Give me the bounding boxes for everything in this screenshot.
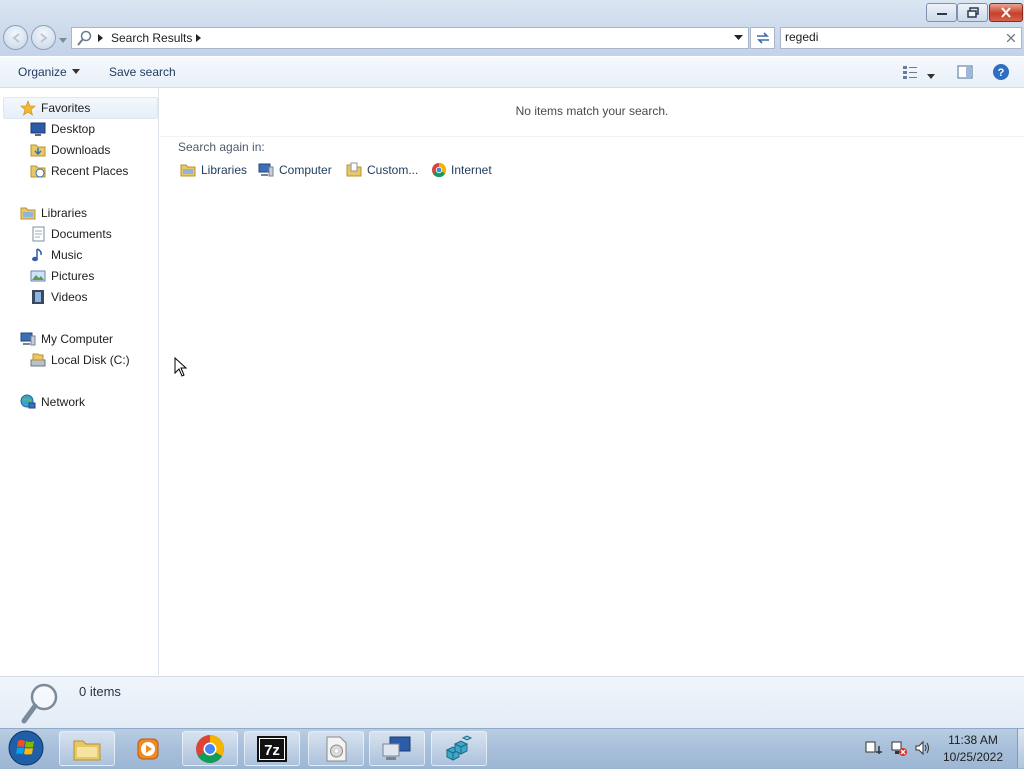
- custom-folder-icon: [346, 162, 362, 177]
- back-button[interactable]: [3, 25, 28, 50]
- back-arrow-icon: [11, 32, 20, 43]
- taskbar-remote-desktop[interactable]: [369, 731, 425, 766]
- breadcrumb-arrow-icon: [98, 34, 103, 42]
- documents-icon: [30, 226, 46, 242]
- organize-label: Organize: [18, 65, 67, 79]
- nav-item-libraries[interactable]: Libraries: [0, 202, 158, 223]
- search-icon: [77, 30, 92, 46]
- chrome-icon: [432, 162, 447, 178]
- remote-desktop-icon: [382, 736, 411, 760]
- no-results-message: No items match your search.: [160, 99, 1024, 137]
- nav-item-downloads[interactable]: Downloads: [0, 139, 158, 160]
- recent-places-icon: [30, 163, 46, 179]
- svg-text:?: ?: [998, 67, 1005, 79]
- search-box[interactable]: [780, 27, 1022, 49]
- nav-item-videos[interactable]: Videos: [0, 286, 158, 307]
- chevron-down-icon: [59, 38, 67, 43]
- pictures-icon: [30, 268, 46, 284]
- chrome-icon: [196, 734, 224, 763]
- registry-editor-icon: [445, 734, 473, 761]
- disc-image-icon: [326, 736, 347, 761]
- windows-logo-icon: [8, 730, 44, 766]
- close-icon: [1001, 7, 1011, 18]
- preview-pane-icon: [957, 65, 973, 79]
- minimize-button[interactable]: [926, 3, 957, 22]
- restore-icon: [966, 7, 979, 18]
- nav-item-my-computer[interactable]: My Computer: [0, 328, 158, 349]
- search-again-computer[interactable]: Computer: [258, 161, 332, 179]
- taskbar-file-explorer[interactable]: [59, 731, 115, 766]
- breadcrumb-arrow-icon: [196, 34, 201, 42]
- taskbar-chrome[interactable]: [182, 731, 238, 766]
- network-disconnected-icon[interactable]: [890, 739, 908, 757]
- chevron-down-icon: [71, 69, 80, 74]
- videos-icon: [30, 289, 46, 305]
- nav-item-documents[interactable]: Documents: [0, 223, 158, 244]
- media-player-icon: [137, 738, 159, 759]
- clear-search-icon[interactable]: [1007, 34, 1015, 42]
- organize-button[interactable]: Organize: [18, 65, 80, 79]
- clock-date[interactable]: 10/25/2022: [930, 750, 1016, 764]
- star-icon: [20, 100, 36, 116]
- refresh-button[interactable]: [750, 27, 775, 49]
- search-again-label: Search again in:: [178, 140, 265, 154]
- nav-item-network[interactable]: Network: [0, 391, 158, 412]
- preview-pane-button[interactable]: [957, 64, 973, 83]
- close-button[interactable]: [989, 3, 1023, 22]
- show-desktop-button[interactable]: [1017, 729, 1024, 768]
- nav-item-local-disk[interactable]: Local Disk (C:): [0, 349, 158, 370]
- search-again-libraries[interactable]: Libraries: [180, 161, 247, 179]
- search-input[interactable]: [785, 29, 995, 45]
- forward-button[interactable]: [31, 25, 56, 50]
- action-center-icon[interactable]: [865, 740, 883, 756]
- taskbar-disc-image[interactable]: [308, 731, 364, 766]
- help-icon: ?: [993, 64, 1009, 80]
- computer-icon: [20, 331, 36, 347]
- address-bar[interactable]: Search Results: [71, 27, 749, 49]
- help-button[interactable]: ?: [992, 63, 1010, 84]
- file-explorer-icon: [73, 740, 101, 760]
- item-count: 0 items: [79, 684, 121, 699]
- restore-button[interactable]: [957, 3, 988, 22]
- minimize-icon: [936, 12, 947, 15]
- save-search-button[interactable]: Save search: [109, 65, 176, 79]
- chevron-down-icon: [927, 74, 935, 79]
- forward-arrow-icon: [39, 32, 48, 43]
- taskbar-7zip[interactable]: 7z: [244, 731, 300, 766]
- search-again-internet[interactable]: Internet: [431, 161, 492, 179]
- search-icon: [21, 683, 58, 724]
- view-details-icon: [903, 66, 917, 79]
- nav-item-desktop[interactable]: Desktop: [0, 118, 158, 139]
- nav-item-pictures[interactable]: Pictures: [0, 265, 158, 286]
- view-options-dropdown[interactable]: [927, 69, 935, 83]
- taskbar-registry-editor[interactable]: [431, 731, 487, 766]
- nav-item-music[interactable]: Music: [0, 244, 158, 265]
- downloads-folder-icon: [30, 142, 46, 158]
- nav-item-recent-places[interactable]: Recent Places: [0, 160, 158, 181]
- nav-item-favorites[interactable]: Favorites: [3, 97, 158, 119]
- address-dropdown-icon[interactable]: [734, 35, 743, 41]
- libraries-icon: [180, 164, 196, 177]
- 7zip-icon: 7z: [257, 735, 287, 762]
- search-again-custom[interactable]: Custom...: [346, 161, 418, 179]
- music-icon: [30, 247, 46, 263]
- desktop-icon: [30, 121, 46, 137]
- svg-text:7z: 7z: [264, 742, 280, 759]
- libraries-icon: [20, 205, 36, 221]
- refresh-icon: [756, 32, 769, 44]
- change-view-button[interactable]: [902, 65, 918, 82]
- taskbar-media-player[interactable]: [120, 731, 176, 766]
- mouse-cursor-icon: [174, 357, 188, 377]
- start-button[interactable]: [6, 729, 46, 767]
- details-pane: 0 items: [0, 676, 1024, 729]
- nav-label: Favorites: [41, 101, 91, 115]
- local-disk-icon: [30, 352, 46, 368]
- clock-time[interactable]: 11:38 AM: [930, 733, 1016, 747]
- breadcrumb-search-results[interactable]: Search Results: [111, 31, 192, 45]
- recent-pages-dropdown[interactable]: [59, 33, 67, 47]
- network-icon: [20, 394, 36, 410]
- computer-icon: [258, 163, 274, 177]
